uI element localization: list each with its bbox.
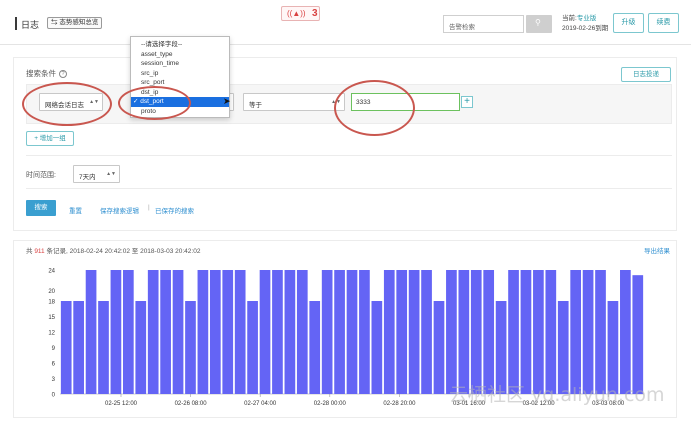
chart-bar[interactable] xyxy=(421,270,432,394)
watermark: 云栖社区 yq.aliyun.com xyxy=(449,384,665,406)
dropdown-option[interactable]: asset_type xyxy=(131,50,229,60)
chart-bar[interactable] xyxy=(371,301,383,394)
chart-bar[interactable] xyxy=(60,301,72,394)
chart-bar[interactable] xyxy=(458,270,470,394)
chart-bar[interactable] xyxy=(209,270,221,394)
y-tick-label: 0 xyxy=(52,393,56,399)
chart-bar[interactable] xyxy=(85,270,97,394)
x-tick-label: 02-27 04:00 xyxy=(244,401,277,407)
y-tick-label: 12 xyxy=(48,331,55,337)
chart-bar[interactable] xyxy=(321,270,333,394)
chart-bar[interactable] xyxy=(620,270,631,394)
chart-bar[interactable] xyxy=(359,270,370,394)
dropdown-option[interactable]: src_ip xyxy=(131,69,229,79)
chart-bar[interactable] xyxy=(582,270,594,394)
chart-bar[interactable] xyxy=(483,270,495,394)
chart-bar[interactable] xyxy=(632,275,644,394)
chart-bar[interactable] xyxy=(160,270,171,394)
chart-bar[interactable] xyxy=(222,270,234,394)
x-tick-label: 02-25 12:00 xyxy=(105,401,138,407)
chart-bar[interactable] xyxy=(396,270,408,394)
chart-bar[interactable] xyxy=(259,270,271,394)
chart-bar[interactable] xyxy=(247,301,258,394)
y-tick-label: 9 xyxy=(52,346,56,352)
chart-bar[interactable] xyxy=(433,301,445,394)
y-tick-label: 3 xyxy=(52,377,56,383)
chart-bar[interactable] xyxy=(408,270,420,394)
annotation-oval-field xyxy=(118,86,191,120)
y-tick-label: 15 xyxy=(48,315,55,321)
chart-bar[interactable] xyxy=(570,270,582,394)
chart-bar[interactable] xyxy=(123,270,134,394)
y-tick-label: 6 xyxy=(52,362,56,368)
x-tick-label: 02-26 08:00 xyxy=(175,401,208,407)
chart-bar[interactable] xyxy=(197,270,209,394)
chart-bar[interactable] xyxy=(470,270,482,394)
chart-bar[interactable] xyxy=(284,270,296,394)
x-tick-label: 02-28 20:00 xyxy=(383,401,416,407)
chart-bar[interactable] xyxy=(110,270,122,394)
chart-bar[interactable] xyxy=(446,270,457,394)
chart-bar[interactable] xyxy=(234,270,246,394)
chart-bar[interactable] xyxy=(73,301,84,394)
chart-bar[interactable] xyxy=(533,270,544,394)
chart-bar[interactable] xyxy=(595,270,606,394)
mouse-cursor-icon: ➤ xyxy=(223,96,231,106)
annotation-oval-log-type xyxy=(22,82,112,126)
chart-bar[interactable] xyxy=(135,301,147,394)
chart-bar[interactable] xyxy=(383,270,395,394)
y-tick-label: 24 xyxy=(48,269,55,275)
chart-bar[interactable] xyxy=(346,270,358,394)
chart-bar[interactable] xyxy=(272,270,283,394)
chart-bar[interactable] xyxy=(309,301,321,394)
annotation-oval-value xyxy=(334,80,415,136)
bar-chart: 0 3 6 9 12 15 18 20 24 02-25 12:00 02-26 08:00 02-2… xyxy=(48,269,644,407)
chart-bar[interactable] xyxy=(508,270,519,394)
chart-bar[interactable] xyxy=(98,301,109,394)
chart-bar[interactable] xyxy=(185,301,196,394)
chart-bar[interactable] xyxy=(296,270,308,394)
dropdown-option[interactable]: session_time xyxy=(131,59,229,69)
chart-bar[interactable] xyxy=(172,270,184,394)
dropdown-option[interactable]: --请选择字段-- xyxy=(131,40,229,50)
x-tick-label: 02-28 00:00 xyxy=(314,401,347,407)
chart-bar[interactable] xyxy=(520,270,532,394)
chart-bar[interactable] xyxy=(334,270,345,394)
y-tick-label: 18 xyxy=(48,300,55,306)
chart-bar[interactable] xyxy=(147,270,159,394)
y-tick-label: 20 xyxy=(48,289,55,295)
chart-bar[interactable] xyxy=(545,270,557,394)
